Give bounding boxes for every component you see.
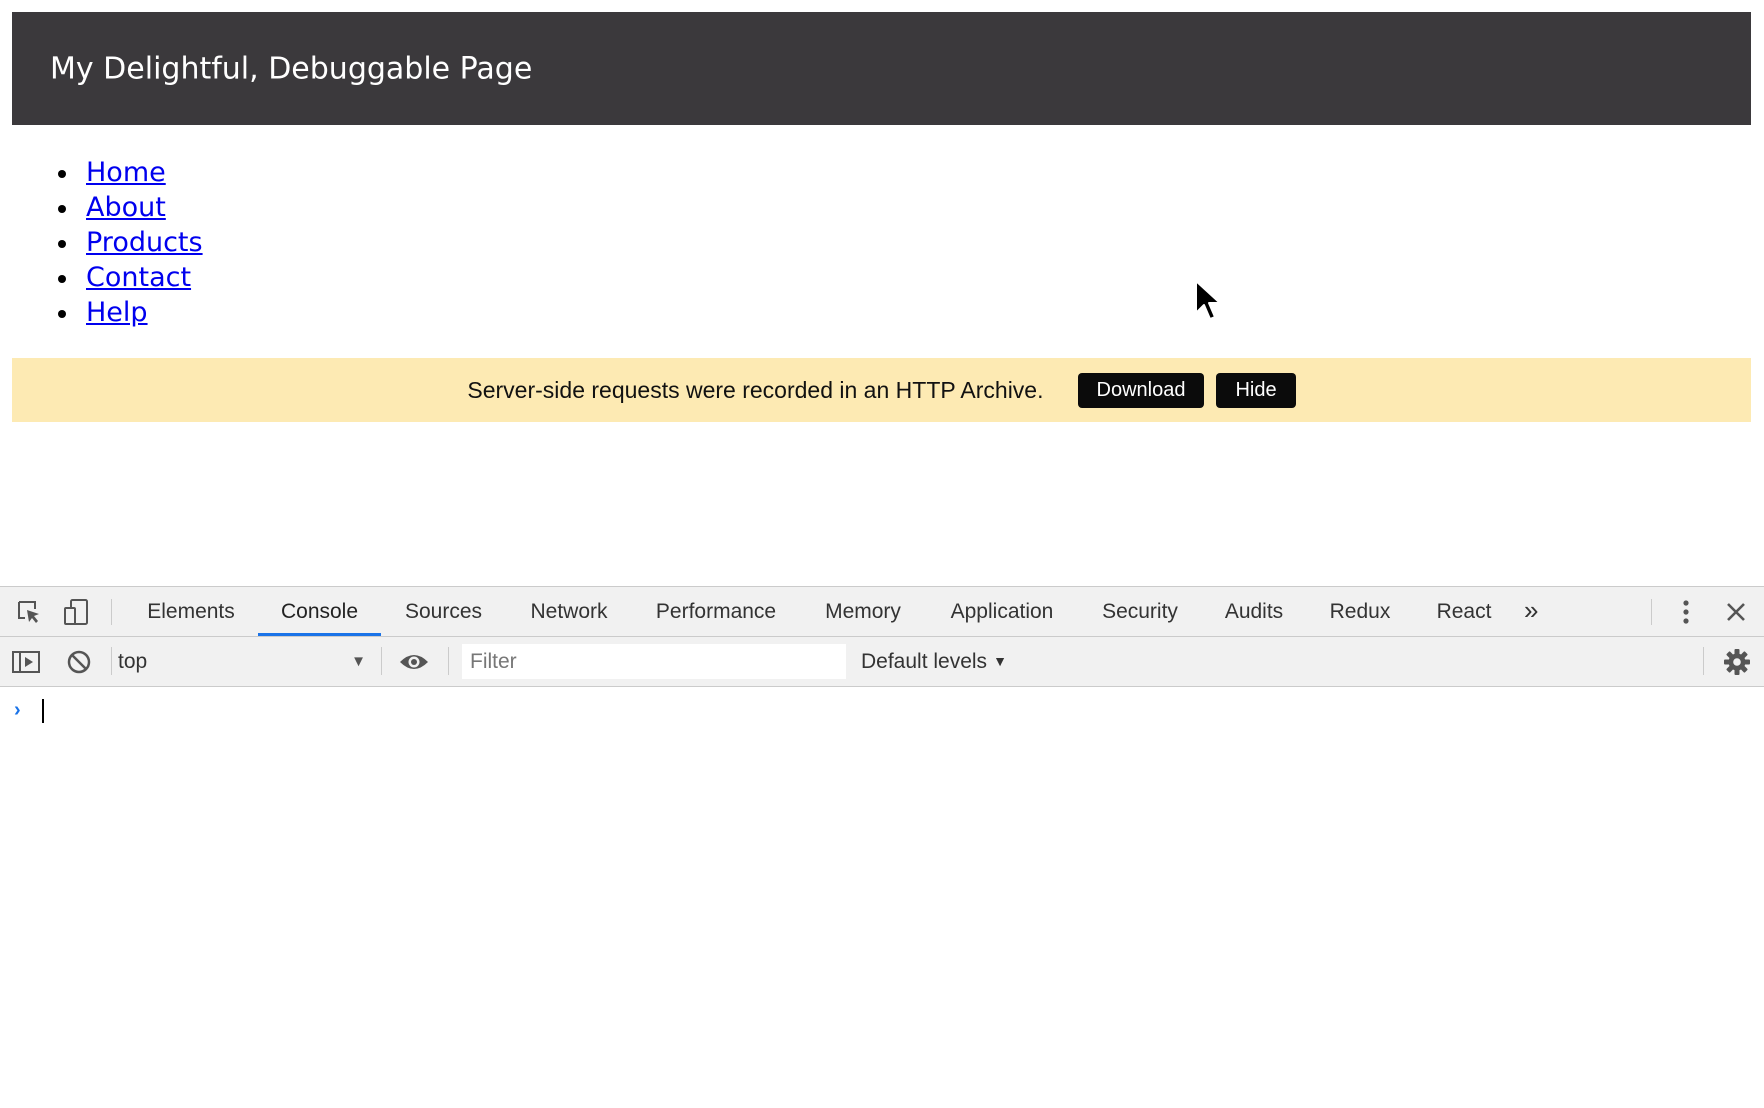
nav-item-home: Home (58, 155, 203, 190)
download-button[interactable]: Download (1077, 372, 1205, 408)
gear-icon[interactable] (1722, 647, 1752, 677)
show-sidebar-icon[interactable] (11, 647, 41, 677)
devtools-tabbar: Elements Console Sources Network Perform… (0, 587, 1764, 637)
list-bullet (58, 240, 66, 248)
toolbar-divider (381, 647, 382, 675)
log-levels-label: Default levels (861, 650, 988, 673)
tab-audits[interactable]: Audits (1216, 587, 1292, 636)
clear-console-icon[interactable] (64, 647, 94, 677)
context-selector[interactable]: top ▼ (118, 645, 368, 678)
site-header: My Delightful, Debuggable Page (12, 12, 1751, 125)
device-toolbar-icon[interactable] (61, 597, 91, 627)
log-levels-dropdown[interactable]: Default levels ▼ (861, 645, 1007, 678)
filter-input[interactable] (462, 644, 846, 679)
toolbar-divider (1651, 599, 1652, 625)
dropdown-arrow-icon: ▼ (351, 653, 366, 670)
list-bullet (58, 205, 66, 213)
notice-message: Server-side requests were recorded in an… (467, 376, 1044, 403)
browser-viewport: My Delightful, Debuggable Page Home Abou… (0, 0, 1764, 1108)
active-tab-indicator (258, 633, 381, 636)
nav-item-about: About (58, 190, 203, 225)
tab-security[interactable]: Security (1092, 587, 1188, 636)
close-icon[interactable] (1721, 597, 1751, 627)
page-title: My Delightful, Debuggable Page (50, 51, 533, 86)
console-input[interactable] (40, 695, 1740, 725)
hide-button[interactable]: Hide (1216, 372, 1296, 408)
nav-link-home[interactable]: Home (86, 157, 166, 188)
dropdown-arrow-icon: ▼ (993, 653, 1007, 669)
devtools-panel: Elements Console Sources Network Perform… (0, 586, 1764, 1108)
nav-item-contact: Contact (58, 260, 203, 295)
mouse-cursor-icon (1195, 280, 1221, 320)
list-bullet (58, 170, 66, 178)
text-caret (42, 699, 44, 723)
live-expression-eye-icon[interactable] (399, 647, 429, 677)
toolbar-divider (111, 599, 112, 625)
tab-redux[interactable]: Redux (1320, 587, 1400, 636)
tab-memory[interactable]: Memory (812, 587, 914, 636)
more-tabs-icon[interactable]: » (1524, 587, 1538, 636)
context-value: top (118, 650, 148, 673)
nav-link-contact[interactable]: Contact (86, 262, 191, 293)
nav-link-help[interactable]: Help (86, 297, 148, 328)
console-prompt-chevron-icon: › (14, 699, 21, 721)
toolbar-divider (1703, 647, 1704, 675)
tab-sources[interactable]: Sources (392, 587, 495, 636)
console-toolbar: top ▼ Default levels ▼ (0, 637, 1764, 687)
kebab-menu-icon[interactable] (1671, 597, 1701, 627)
list-bullet (58, 275, 66, 283)
nav-link-about[interactable]: About (86, 192, 166, 223)
nav-item-help: Help (58, 295, 203, 330)
tab-application[interactable]: Application (940, 587, 1064, 636)
nav-link-products[interactable]: Products (86, 227, 203, 258)
tab-network[interactable]: Network (510, 587, 628, 636)
tab-react[interactable]: React (1428, 587, 1500, 636)
nav-list: Home About Products Contact Help (58, 155, 203, 330)
toolbar-divider (448, 647, 449, 675)
toolbar-divider (111, 647, 112, 675)
inspect-element-icon[interactable] (14, 597, 44, 627)
console-area: › (0, 687, 1764, 1108)
tab-performance[interactable]: Performance (645, 587, 787, 636)
nav-item-products: Products (58, 225, 203, 260)
har-notice-bar: Server-side requests were recorded in an… (12, 358, 1751, 422)
list-bullet (58, 310, 66, 318)
tab-elements[interactable]: Elements (130, 587, 252, 636)
tab-console[interactable]: Console (258, 587, 381, 636)
